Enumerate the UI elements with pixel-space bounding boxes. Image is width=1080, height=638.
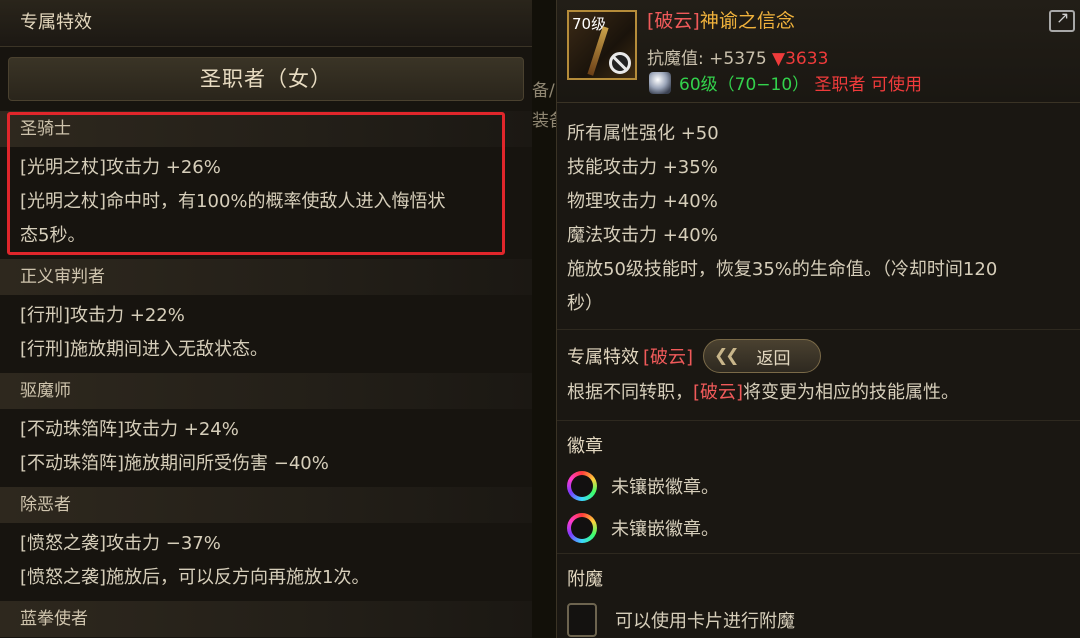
enchant-text: 可以使用卡片进行附魔: [615, 611, 795, 632]
section-blue-fist: 蓝拳使者: [0, 601, 532, 637]
double-chevron-left-icon: ❮❮: [714, 346, 739, 366]
stat-line: 所有属性强化 +50: [567, 123, 719, 144]
effect-line: [愤怒之袭]施放后，可以反方向再施放1次。: [20, 567, 370, 588]
class-restriction: 圣职者 可使用: [814, 75, 922, 95]
effect-line: [光明之杖]命中时，有100%的概率使敌人进入悔悟状: [20, 191, 446, 212]
level-range: 60级（70−10）: [679, 75, 810, 95]
resist-diff: ▼3633: [772, 49, 829, 69]
level-requirement: 60级（70−10） 圣职者 可使用: [649, 70, 922, 95]
section-paladin: 圣骑士 [光明之杖]攻击力 +26% [光明之杖]命中时，有100%的概率使敌人…: [0, 111, 532, 259]
resist-label: 抗魔值: +5375: [647, 49, 767, 69]
exclusive-description: 根据不同转职，[破云]将变更为相应的技能属性。: [567, 376, 1071, 410]
emblem-section: 徽章 未镶嵌徽章。 未镶嵌徽章。: [557, 421, 1080, 554]
enchant-title: 附魔: [567, 569, 603, 590]
item-tooltip: 70级 [破云]神谕之信念 抗魔值: +5375 ▼3633 60级（70−10…: [556, 0, 1080, 638]
item-name: [破云]神谕之信念: [647, 6, 795, 33]
item-name-text: 神谕之信念: [699, 10, 795, 32]
stat-line: 施放50级技能时，恢复35%的生命值。（冷却时间120: [567, 259, 998, 280]
section-justice-judge: 正义审判者 [行刑]攻击力 +22% [行刑]施放期间进入无敌状态。: [0, 259, 532, 373]
section-title: 驱魔师: [0, 373, 532, 409]
emblem-slot-icon: [567, 471, 597, 501]
section-exorcist: 驱魔师 [不动珠箔阵]攻击力 +24% [不动珠箔阵]施放期间所受伤害 −40%: [0, 373, 532, 487]
back-button-label: 返回: [756, 348, 791, 369]
effect-line: [行刑]攻击力 +22%: [20, 305, 185, 326]
emblem-title: 徽章: [567, 436, 603, 457]
effect-line: [不动珠箔阵]施放期间所受伤害 −40%: [20, 453, 329, 474]
section-title: 除恶者: [0, 487, 532, 523]
effect-line: [愤怒之袭]攻击力 −37%: [20, 533, 221, 554]
share-icon[interactable]: [1049, 8, 1075, 32]
stat-line: 技能攻击力 +35%: [567, 157, 718, 178]
emblem-slot-text: 未镶嵌徽章。: [611, 477, 719, 498]
stat-line: 物理攻击力 +40%: [567, 191, 718, 212]
back-button[interactable]: ❮❮ 返回: [703, 339, 822, 373]
effect-line: [光明之杖]攻击力 +26%: [20, 157, 221, 178]
emblem-slot[interactable]: 未镶嵌徽章。: [567, 507, 1071, 549]
effect-line: [不动珠箔阵]攻击力 +24%: [20, 419, 239, 440]
section-title: 蓝拳使者: [0, 601, 532, 637]
panel-title: 专属特效: [0, 0, 532, 47]
enchant-slot[interactable]: 可以使用卡片进行附魔: [567, 598, 1071, 638]
section-avenger: 除恶者 [愤怒之袭]攻击力 −37% [愤怒之袭]施放后，可以反方向再施放1次。: [0, 487, 532, 601]
exclusive-tag: [破云]: [643, 347, 694, 368]
desc-text: 根据不同转职，: [567, 382, 693, 403]
ban-icon: [609, 52, 631, 74]
card-slot-icon: [567, 603, 597, 637]
stat-line: 秒）: [567, 293, 603, 314]
exclusive-label: 专属特效: [567, 347, 639, 368]
resist-value: 抗魔值: +5375 ▼3633: [647, 44, 828, 69]
item-name-tag: [破云]: [647, 10, 700, 32]
enchant-section: 附魔 可以使用卡片进行附魔: [557, 554, 1080, 638]
section-title: 圣骑士: [0, 111, 532, 147]
emblem-slot-icon: [567, 513, 597, 543]
item-header: 70级 [破云]神谕之信念 抗魔值: +5375 ▼3633 60级（70−10…: [557, 0, 1080, 103]
emblem-slot-text: 未镶嵌徽章。: [611, 519, 719, 540]
background-text: 装备: [532, 111, 556, 131]
item-icon: 70级: [567, 10, 637, 80]
exclusive-effect-section: 专属特效 [破云] ❮❮ 返回 根据不同转职，[破云]将变更为相应的技能属性。: [557, 330, 1080, 421]
desc-tag: [破云]: [693, 382, 744, 403]
emblem-slot[interactable]: 未镶嵌徽章。: [567, 465, 1071, 507]
item-stats: 所有属性强化 +50 技能攻击力 +35% 物理攻击力 +40% 魔法攻击力 +…: [557, 103, 1080, 330]
section-title: 正义审判者: [0, 259, 532, 295]
background-text: 备/: [532, 81, 555, 101]
effect-line: 态5秒。: [20, 225, 86, 246]
stat-line: 魔法攻击力 +40%: [567, 225, 718, 246]
gem-icon: [649, 72, 671, 94]
class-header: 圣职者（女）: [8, 57, 524, 101]
effect-line: [行刑]施放期间进入无敌状态。: [20, 339, 269, 360]
desc-text: 将变更为相应的技能属性。: [743, 382, 960, 403]
exclusive-effects-panel: 专属特效 圣职者（女） 圣骑士 [光明之杖]攻击力 +26% [光明之杖]命中时…: [0, 0, 533, 638]
